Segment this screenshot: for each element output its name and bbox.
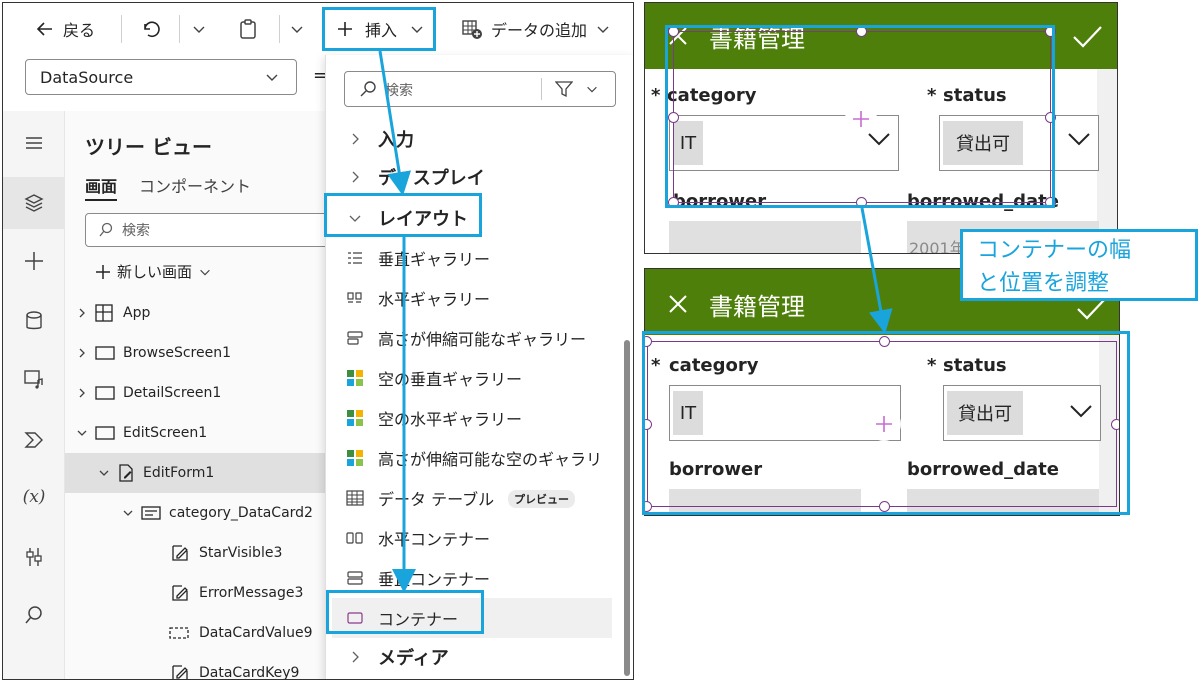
- screenshot-stage: { "toolbar": { "back_label": "戻る", "inse…: [0, 0, 1200, 682]
- arrow-insert-to-layout: [378, 50, 412, 196]
- arrow-before-to-after: [860, 207, 893, 334]
- annotation-arrows: [378, 50, 893, 593]
